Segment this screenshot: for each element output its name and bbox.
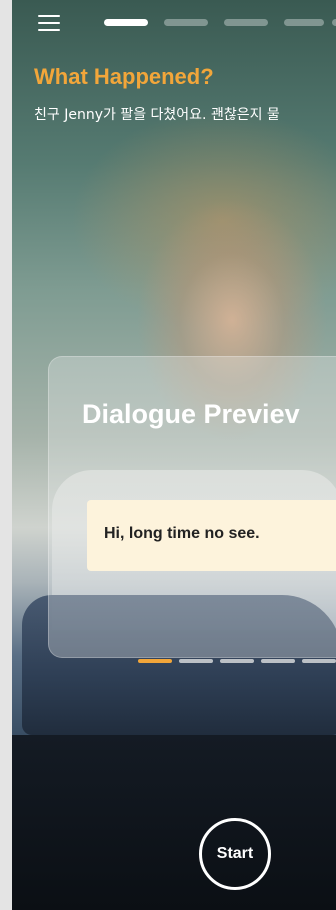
lesson-screen: What Happened? 친구 Jenny가 팔을 다쳤어요. 괜찮은지 물… xyxy=(12,0,336,910)
carousel-dot[interactable] xyxy=(220,659,254,663)
section-title: What Happened? xyxy=(34,64,214,89)
start-button-label: Start xyxy=(216,845,254,862)
menu-bar xyxy=(38,22,60,25)
scenario-description: 친구 Jenny가 팔을 다쳤어요. 괜찮은지 물 xyxy=(34,107,280,123)
menu-bar xyxy=(38,29,60,32)
carousel-dot[interactable] xyxy=(179,659,213,663)
background-photo-bottom xyxy=(12,735,336,910)
progress-segment xyxy=(224,19,268,26)
dialogue-bubble[interactable]: Hi, long time no see. xyxy=(87,500,336,571)
carousel-indicator xyxy=(138,659,336,665)
progress-segment xyxy=(284,19,324,26)
lesson-progress-bar xyxy=(104,19,336,27)
dialogue-line: Hi, long time no see. xyxy=(104,525,260,542)
carousel-dot[interactable] xyxy=(302,659,336,663)
progress-segment xyxy=(332,19,336,26)
start-button[interactable]: Start xyxy=(199,818,271,890)
carousel-dot[interactable] xyxy=(261,659,295,663)
menu-bar xyxy=(38,15,60,18)
hamburger-menu-icon[interactable] xyxy=(38,14,60,32)
carousel-dot[interactable] xyxy=(138,659,172,663)
progress-segment xyxy=(104,19,148,26)
dialogue-preview-title: Dialogue Previev xyxy=(82,399,300,429)
progress-segment xyxy=(164,19,208,26)
